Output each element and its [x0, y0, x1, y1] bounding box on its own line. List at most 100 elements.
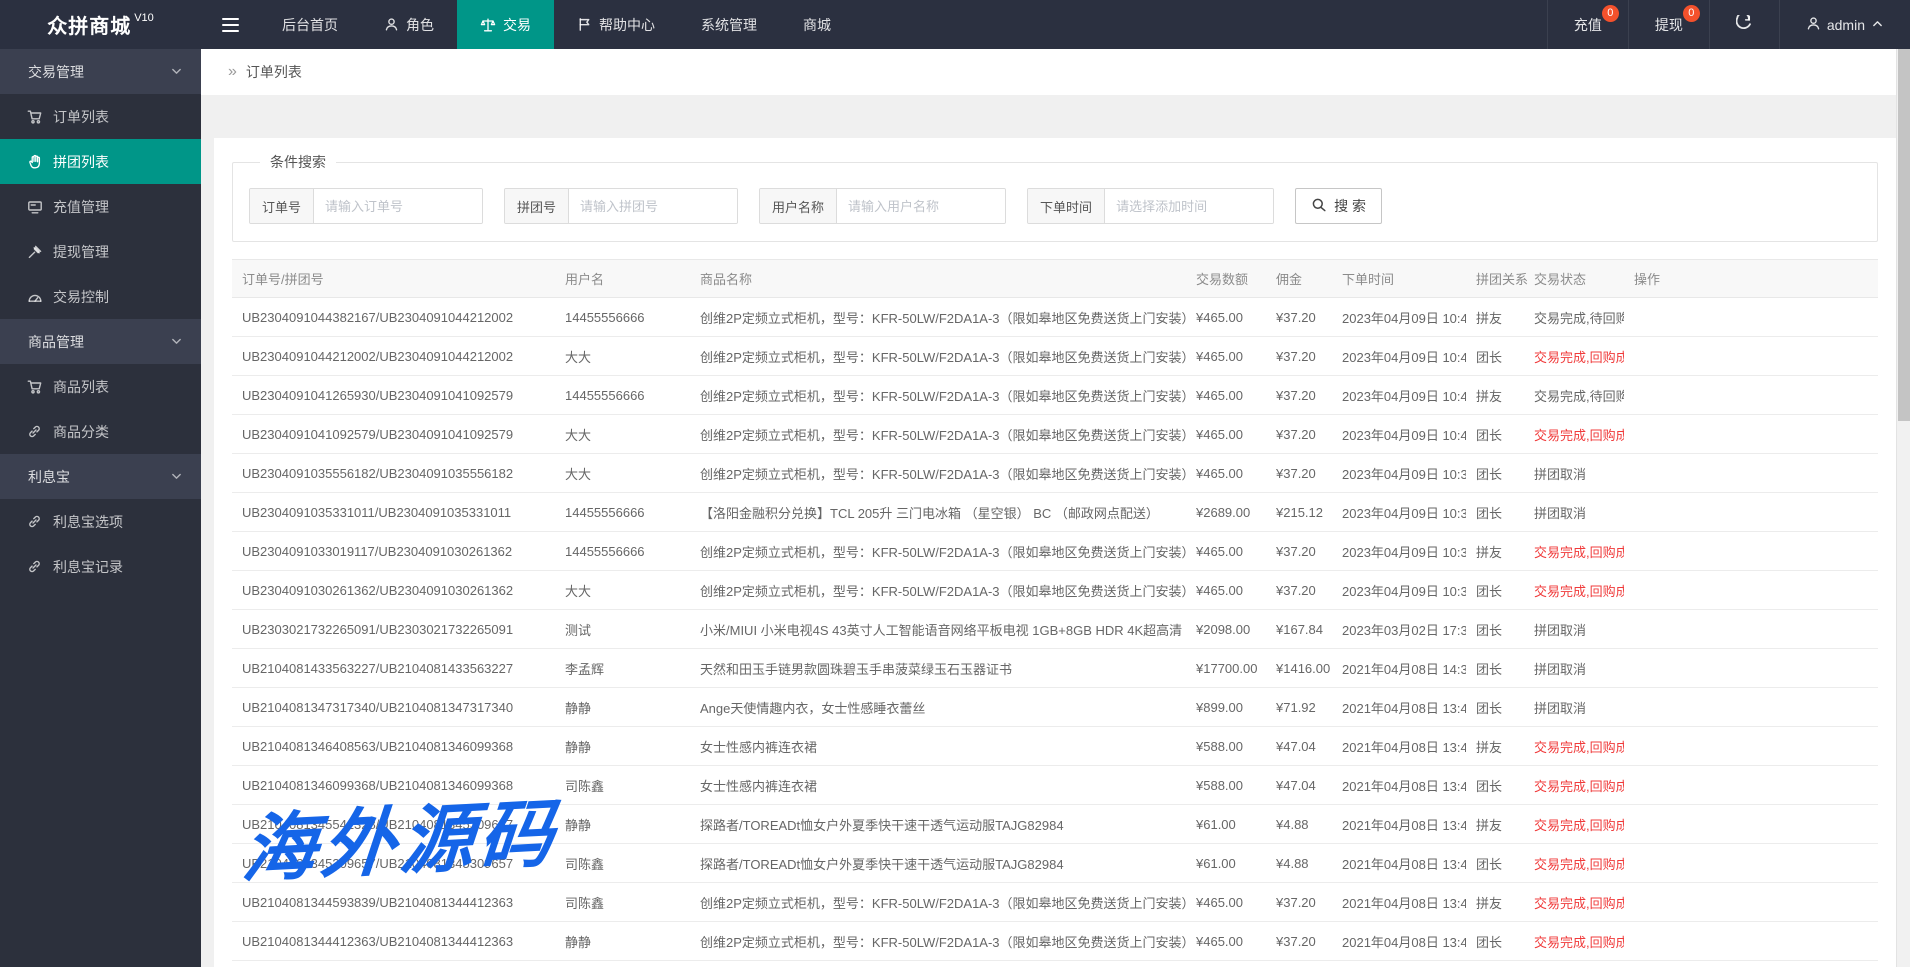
- menu-item-6[interactable]: 商城: [780, 0, 854, 49]
- relation-cell: 拼友: [1466, 883, 1524, 922]
- commission-cell: ¥4.88: [1266, 844, 1332, 883]
- amount-cell: ¥465.00: [1186, 415, 1266, 454]
- menu-item-1[interactable]: 后台首页: [259, 0, 361, 49]
- table-row: UB2304091041092579/UB2304091041092579 大大…: [232, 415, 1878, 454]
- refresh-button[interactable]: [1709, 0, 1779, 49]
- status-cell: 交易完成,回购成功: [1524, 805, 1624, 844]
- sidebar-item-12[interactable]: 利息宝记录: [0, 544, 201, 589]
- scales-icon: [480, 17, 496, 33]
- status-cell: 交易完成,回购成功: [1524, 415, 1624, 454]
- status-cell: 交易完成,回购成功: [1524, 532, 1624, 571]
- status-cell: 交易完成,回购成功: [1524, 571, 1624, 610]
- commission-cell: ¥4.88: [1266, 805, 1332, 844]
- relation-cell: 拼友: [1466, 376, 1524, 415]
- sidebar-section-7[interactable]: 商品管理: [0, 319, 201, 364]
- username-cell: 大大: [555, 415, 690, 454]
- order-id-cell: UB2304091035556182/UB2304091035556182: [232, 454, 555, 493]
- amount-cell: ¥465.00: [1186, 571, 1266, 610]
- recharge-button[interactable]: 充值 0: [1547, 0, 1628, 49]
- commission-cell: ¥167.84: [1266, 610, 1332, 649]
- product-cell: 小米/MIUI 小米电视4S 43英寸人工智能语音网络平板电视 1GB+8GB …: [690, 610, 1186, 649]
- sidebar-item-8[interactable]: 商品列表: [0, 364, 201, 409]
- scrollbar[interactable]: [1896, 49, 1910, 967]
- sidebar-item-5[interactable]: 提现管理: [0, 229, 201, 274]
- action-cell: [1624, 610, 1878, 649]
- search-input-1[interactable]: [314, 189, 482, 223]
- amount-cell: ¥2689.00: [1186, 493, 1266, 532]
- field-label: 下单时间: [1028, 189, 1105, 223]
- field-label: 订单号: [250, 189, 314, 223]
- sidebar-section-1[interactable]: 交易管理: [0, 49, 201, 94]
- time-cell: 2021年04月08日 13:44:59: [1332, 883, 1466, 922]
- action-cell: [1624, 688, 1878, 727]
- product-cell: 女士性感内裤连衣裙: [690, 766, 1186, 805]
- username-cell: 静静: [555, 922, 690, 961]
- order-id-cell: UB2104081346408563/UB2104081346099368: [232, 727, 555, 766]
- column-header: 佣金: [1266, 260, 1332, 298]
- menu-item-2[interactable]: 角色: [361, 0, 457, 49]
- menu-item-3[interactable]: 交易: [457, 0, 554, 49]
- amount-cell: ¥465.00: [1186, 961, 1266, 967]
- username-cell: 司陈鑫: [555, 883, 690, 922]
- time-cell: 2021年04月08日 13:47:31: [1332, 688, 1466, 727]
- action-cell: [1624, 727, 1878, 766]
- user-menu[interactable]: admin: [1779, 0, 1910, 49]
- search-input-3[interactable]: [837, 189, 1005, 223]
- amount-cell: ¥61.00: [1186, 805, 1266, 844]
- order-id-cell: UB2104081344593839/UB2104081344412363: [232, 883, 555, 922]
- time-cell: 2021年04月08日 13:44:41: [1332, 922, 1466, 961]
- sidebar-item-4[interactable]: 充值管理: [0, 184, 201, 229]
- order-id-cell: UB2303021732265091/UB2303021732265091: [232, 610, 555, 649]
- status-cell: 交易完成,回购成功: [1524, 883, 1624, 922]
- time-cell: 2023年04月09日 10:35:55: [1332, 454, 1466, 493]
- card-icon: [27, 199, 43, 215]
- column-header: 商品名称: [690, 260, 1186, 298]
- table-row: UB2104081347317340/UB2104081347317340 静静…: [232, 688, 1878, 727]
- menu-icon[interactable]: [201, 0, 259, 49]
- gauge-icon: [27, 289, 43, 305]
- search-input-2[interactable]: [569, 189, 737, 223]
- sidebar-item-3[interactable]: 拼团列表: [0, 139, 201, 184]
- product-cell: 创维2P定频立式柜机，型号：KFR-50LW/F2DA1A-3（限如皋地区免费送…: [690, 415, 1186, 454]
- order-id-cell: UB2304091041265930/UB2304091041092579: [232, 376, 555, 415]
- time-cell: 2023年04月09日 10:41:09: [1332, 415, 1466, 454]
- search-legend: 条件搜索: [260, 152, 336, 172]
- search-fields: 订单号 拼团号 用户名称 下单时间 搜 索: [249, 188, 1861, 224]
- relation-cell: 拼友: [1466, 961, 1524, 967]
- order-id-cell: UB2304091044212002/UB2304091044212002: [232, 337, 555, 376]
- action-cell: [1624, 649, 1878, 688]
- amount-cell: ¥465.00: [1186, 337, 1266, 376]
- table-row: UB2303021732265091/UB2303021732265091 测试…: [232, 610, 1878, 649]
- status-cell: 交易完成,回购成功: [1524, 766, 1624, 805]
- action-cell: [1624, 844, 1878, 883]
- sidebar-item-6[interactable]: 交易控制: [0, 274, 201, 319]
- sidebar-item-11[interactable]: 利息宝选项: [0, 499, 201, 544]
- commission-cell: ¥47.04: [1266, 727, 1332, 766]
- action-cell: [1624, 376, 1878, 415]
- table-row: UB2104081344593839/UB2104081344412363 司陈…: [232, 883, 1878, 922]
- sidebar-item-2[interactable]: 订单列表: [0, 94, 201, 139]
- menu-item-5[interactable]: 系统管理: [678, 0, 780, 49]
- action-cell: [1624, 298, 1878, 337]
- scrollbar-thumb[interactable]: [1898, 49, 1910, 421]
- product-cell: 天然和田玉手链男款圆珠碧玉手串菠菜绿玉石玉器证书: [690, 649, 1186, 688]
- sidebar-section-10[interactable]: 利息宝: [0, 454, 201, 499]
- username-cell: 14455556666: [555, 298, 690, 337]
- withdraw-badge: 0: [1683, 5, 1700, 22]
- hand-icon: [27, 154, 43, 170]
- search-input-4[interactable]: [1105, 189, 1273, 223]
- username-cell: 大大: [555, 571, 690, 610]
- commission-cell: ¥47.04: [1266, 766, 1332, 805]
- search-field-group: 下单时间: [1027, 188, 1274, 224]
- table-row: UB2304091044382167/UB2304091044212002 14…: [232, 298, 1878, 337]
- username-cell: 李孟辉: [555, 649, 690, 688]
- menu-item-4[interactable]: 帮助中心: [554, 0, 678, 49]
- product-cell: 创维2P定频立式柜机，型号：KFR-50LW/F2DA1A-3（限如皋地区免费送…: [690, 298, 1186, 337]
- withdraw-button[interactable]: 提现 0: [1628, 0, 1709, 49]
- table-row: UB2104081346408563/UB2104081346099368 静静…: [232, 727, 1878, 766]
- product-cell: Ange天使情趣内衣，女士性感睡衣蕾丝: [690, 688, 1186, 727]
- topbar: 众拼商城 V10 后台首页 角色 交易 帮助中心 系统管理 商城: [0, 0, 1910, 49]
- table-row: UB2304091033019117/UB2304091030261362 14…: [232, 532, 1878, 571]
- search-button[interactable]: 搜 索: [1295, 188, 1382, 224]
- sidebar-item-9[interactable]: 商品分类: [0, 409, 201, 454]
